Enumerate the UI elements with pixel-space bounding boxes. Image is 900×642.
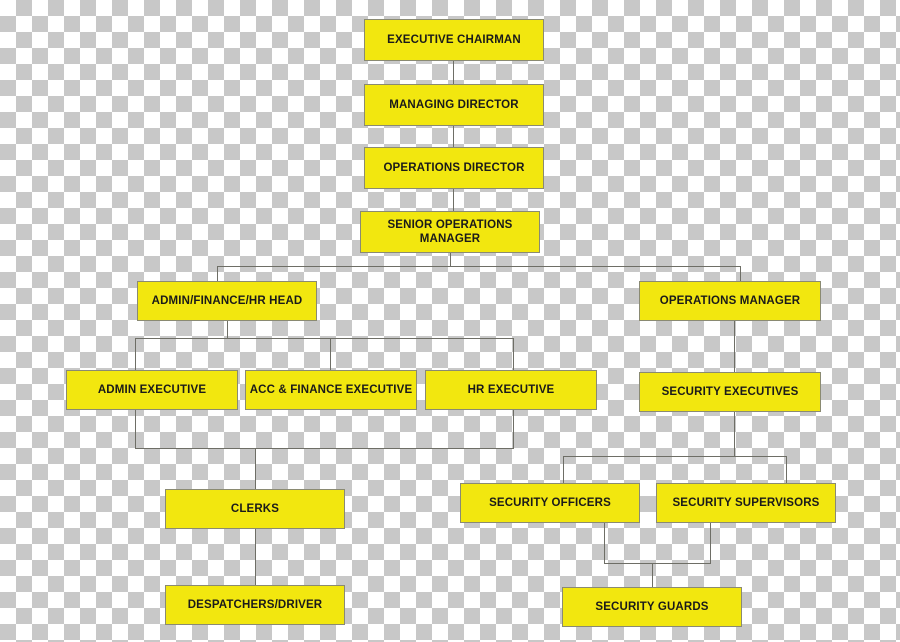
connector-security-officers-down — [604, 523, 605, 563]
connector-operations-director-to-senior-operations-manager — [453, 189, 454, 211]
connector-admin-finance-hr-head-stem — [227, 321, 228, 338]
connector-security-guards-bus — [604, 563, 711, 564]
connector-bus-to-admin-finance-hr-head — [217, 266, 218, 281]
node-senior-operations-manager[interactable]: SENIOR OPERATIONS MANAGER — [360, 211, 540, 253]
connector-security-supervisors-down — [710, 523, 711, 563]
connector-bus-to-security-officers — [563, 456, 564, 483]
node-security-guards[interactable]: SECURITY GUARDS — [562, 587, 742, 627]
connector-security-executives-stem — [734, 412, 735, 456]
connector-level5-bus — [217, 266, 741, 267]
node-acc-finance-executive[interactable]: ACC & FINANCE EXECUTIVE — [245, 370, 417, 410]
connector-bus-to-clerks — [255, 448, 256, 489]
node-admin-finance-hr-head[interactable]: ADMIN/FINANCE/HR HEAD — [137, 281, 317, 321]
connector-clerks-bus — [135, 448, 514, 449]
node-despatchers-driver[interactable]: DESPATCHERS/DRIVER — [165, 585, 345, 625]
connector-managing-director-to-operations-director — [453, 126, 454, 147]
node-security-executives[interactable]: SECURITY EXECUTIVES — [639, 372, 821, 412]
connector-hr-executive-down — [513, 410, 514, 448]
node-operations-director[interactable]: OPERATIONS DIRECTOR — [364, 147, 544, 189]
org-chart-canvas: EXECUTIVE CHAIRMAN MANAGING DIRECTOR OPE… — [0, 0, 900, 642]
node-admin-executive[interactable]: ADMIN EXECUTIVE — [66, 370, 238, 410]
node-security-officers[interactable]: SECURITY OFFICERS — [460, 483, 640, 523]
connector-bus-to-acc-finance-executive — [330, 338, 331, 370]
connector-bus-to-hr-executive — [513, 338, 514, 370]
node-operations-manager[interactable]: OPERATIONS MANAGER — [639, 281, 821, 321]
connector-bus-to-security-guards — [652, 563, 653, 587]
connector-chairman-to-managing-director — [453, 61, 454, 84]
connector-bus-to-security-supervisors — [786, 456, 787, 483]
connector-level6-left-bus — [135, 338, 514, 339]
node-executive-chairman[interactable]: EXECUTIVE CHAIRMAN — [364, 19, 544, 61]
connector-bus-to-admin-executive — [135, 338, 136, 370]
connector-security-bus — [563, 456, 786, 457]
connector-bus-to-operations-manager — [740, 266, 741, 281]
node-clerks[interactable]: CLERKS — [165, 489, 345, 529]
node-security-supervisors[interactable]: SECURITY SUPERVISORS — [656, 483, 836, 523]
connector-senior-operations-manager-stem — [450, 253, 451, 266]
node-hr-executive[interactable]: HR EXECUTIVE — [425, 370, 597, 410]
connector-clerks-to-despatchers-driver — [255, 529, 256, 585]
connector-operations-manager-to-security-executives — [734, 321, 735, 372]
node-managing-director[interactable]: MANAGING DIRECTOR — [364, 84, 544, 126]
connector-admin-executive-down — [135, 410, 136, 448]
